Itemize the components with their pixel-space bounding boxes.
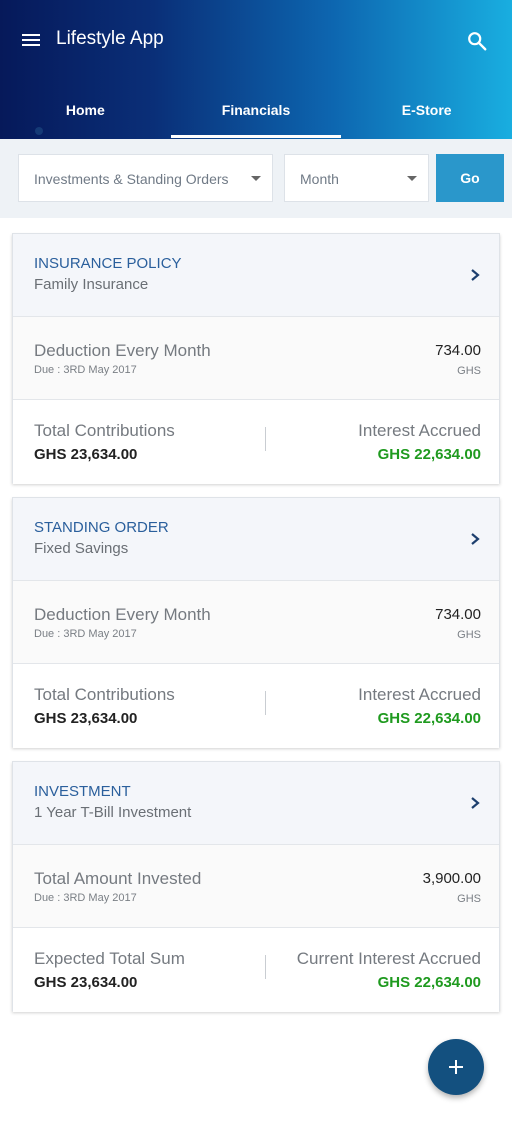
chevron-right-icon	[471, 797, 480, 809]
card-type: INVESTMENT	[34, 783, 131, 800]
card-type: STANDING ORDER	[34, 519, 169, 536]
current-interest-accrued-label: Current Interest Accrued	[296, 949, 481, 968]
interest-accrued-label: Interest Accrued	[358, 685, 481, 704]
tab-home[interactable]: Home	[0, 92, 171, 139]
deduction-amount: 734.00	[435, 606, 481, 623]
total-contributions-value: GHS 23,634.00	[34, 710, 138, 727]
app-bar: Lifestyle App Home Financials E-Store	[0, 0, 512, 139]
insurance-policy-card: INSURANCE POLICY Family Insurance Deduct…	[12, 233, 500, 484]
investment-card: INVESTMENT 1 Year T-Bill Investment Tota…	[12, 761, 500, 1012]
dropdown-arrow-icon	[407, 176, 417, 181]
tab-financials[interactable]: Financials	[170, 92, 342, 139]
expected-total-sum-label: Expected Total Sum	[34, 949, 185, 968]
chevron-right-icon	[471, 269, 480, 281]
amount-invested-label: Total Amount Invested	[34, 869, 202, 888]
app-title: Lifestyle App	[56, 28, 164, 49]
card-name: Fixed Savings	[34, 540, 129, 557]
card-name: 1 Year T-Bill Investment	[34, 804, 192, 821]
active-tab-indicator	[170, 135, 342, 138]
tab-dot	[35, 127, 43, 135]
tab-e-store[interactable]: E-Store	[341, 92, 512, 139]
type-select[interactable]: Investments & Standing Orders	[18, 154, 273, 202]
due-date: Due : 3RD May 2017	[34, 364, 137, 376]
deduction-row: Deduction Every Month Due : 3RD May 2017…	[13, 317, 499, 400]
month-select-value: Month	[300, 171, 339, 187]
standing-order-card: STANDING ORDER Fixed Savings Deduction E…	[12, 497, 500, 748]
total-contributions-value: GHS 23,634.00	[34, 446, 138, 463]
deduction-amount: 734.00	[435, 342, 481, 359]
card-header[interactable]: STANDING ORDER Fixed Savings	[13, 498, 499, 581]
card-header[interactable]: INVESTMENT 1 Year T-Bill Investment	[13, 762, 499, 845]
interest-accrued-label: Interest Accrued	[358, 421, 481, 440]
currency-label: GHS	[457, 365, 481, 377]
expected-total-sum-value: GHS 23,634.00	[34, 974, 138, 991]
currency-label: GHS	[457, 893, 481, 905]
add-button[interactable]	[428, 1039, 484, 1095]
due-date: Due : 3RD May 2017	[34, 892, 137, 904]
search-icon[interactable]	[466, 30, 488, 52]
card-name: Family Insurance	[34, 276, 149, 293]
deduction-label: Deduction Every Month	[34, 341, 211, 360]
month-select[interactable]: Month	[284, 154, 429, 202]
tab-home-label: Home	[65, 102, 105, 118]
current-interest-accrued-value: GHS 22,634.00	[377, 974, 481, 991]
tab-bar: Home Financials E-Store	[0, 92, 512, 139]
totals-row: Expected Total Sum GHS 23,634.00 Current…	[13, 928, 499, 1012]
card-type: INSURANCE POLICY	[34, 255, 182, 272]
total-contributions-label: Total Contributions	[34, 421, 175, 440]
deduction-label: Deduction Every Month	[34, 605, 211, 624]
type-select-value: Investments & Standing Orders	[34, 171, 229, 187]
amount-invested-value: 3,900.00	[422, 870, 481, 887]
divider	[265, 427, 266, 451]
tab-e-store-label: E-Store	[401, 102, 452, 118]
currency-label: GHS	[457, 629, 481, 641]
go-button[interactable]: Go	[436, 154, 504, 202]
tab-financials-label: Financials	[221, 102, 291, 118]
amount-invested-row: Total Amount Invested Due : 3RD May 2017…	[13, 845, 499, 928]
interest-accrued-value: GHS 22,634.00	[377, 446, 481, 463]
hamburger-menu-icon[interactable]	[18, 26, 46, 54]
totals-row: Total Contributions GHS 23,634.00 Intere…	[13, 664, 499, 748]
total-contributions-label: Total Contributions	[34, 685, 175, 704]
interest-accrued-value: GHS 22,634.00	[377, 710, 481, 727]
totals-row: Total Contributions GHS 23,634.00 Intere…	[13, 400, 499, 484]
divider	[265, 691, 266, 715]
chevron-right-icon	[471, 533, 480, 545]
divider	[265, 955, 266, 979]
card-header[interactable]: INSURANCE POLICY Family Insurance	[13, 234, 499, 317]
filter-bar: Investments & Standing Orders Month Go	[0, 139, 512, 218]
plus-icon-stroke	[455, 1060, 457, 1074]
due-date: Due : 3RD May 2017	[34, 628, 137, 640]
deduction-row: Deduction Every Month Due : 3RD May 2017…	[13, 581, 499, 664]
dropdown-arrow-icon	[251, 176, 261, 181]
